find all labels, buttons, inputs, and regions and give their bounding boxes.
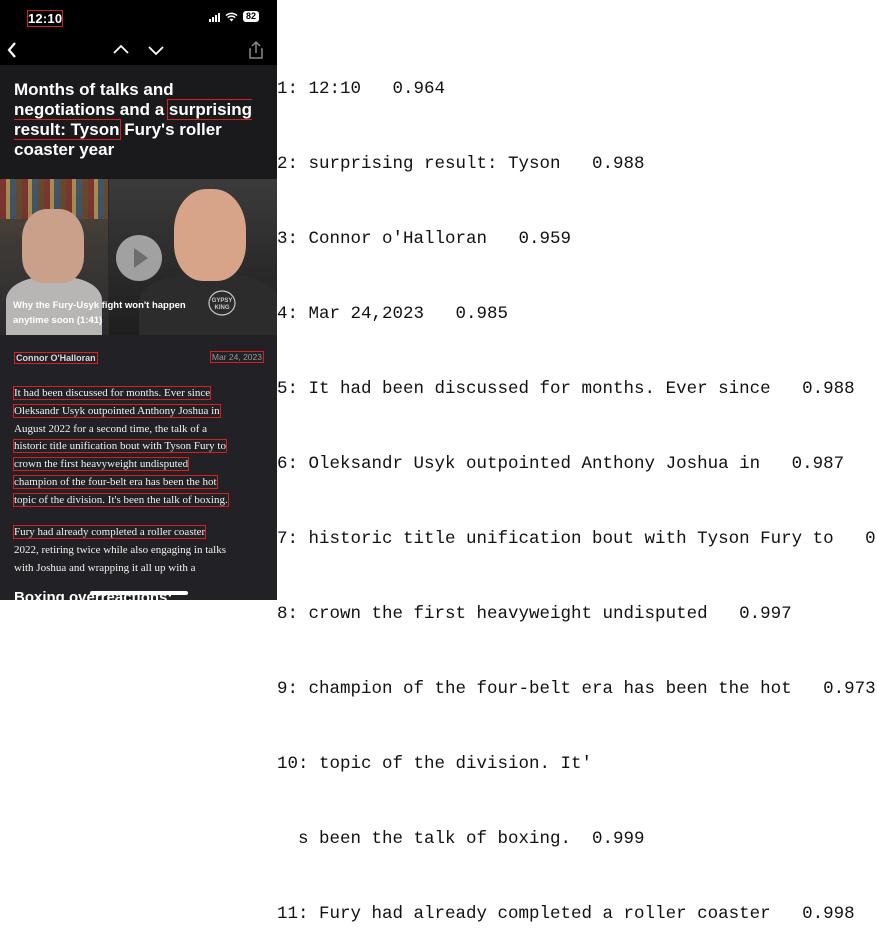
video-caption: Why the Fury-Usyk fight won't happen any… (13, 300, 186, 326)
battery-indicator: 82 (242, 11, 259, 22)
author-byline[interactable]: Connor O'Halloran (14, 352, 98, 364)
para1-line: Oleksandr Usyk outpointed Anthony Joshua… (13, 403, 221, 418)
chevron-up-icon[interactable] (112, 40, 130, 60)
presenter-face (22, 209, 84, 283)
ocr-line: 6: Oleksandr Usyk outpointed Anthony Jos… (277, 454, 845, 474)
chevron-down-icon[interactable] (147, 40, 165, 60)
para2-line: 2022, retiring twice while also engaging… (14, 543, 227, 556)
status-time: 12:10 (26, 10, 64, 27)
ocr-line: 10: topic of the division. It' (277, 754, 593, 774)
share-icon[interactable] (248, 40, 264, 60)
wifi-icon (225, 12, 238, 21)
ocr-line: 7: historic title unification bout with … (277, 529, 877, 549)
para1-line: crown the first heavyweight undisputed (12, 457, 190, 472)
para1-line: historic title unification bout with Tys… (13, 439, 227, 454)
article-nav-bar (0, 36, 277, 65)
ocr-line: 1: 12:10 0.964 (277, 79, 446, 99)
article-paragraph-1: It had been discussed for months. Ever s… (12, 385, 264, 510)
ocr-results-panel: 1: 12:10 0.964 2: surprising result: Tys… (277, 27, 877, 952)
para1-line: topic of the division. It's been the tal… (13, 492, 229, 507)
article-paragraph-2: Fury had already completed a roller coas… (12, 524, 264, 577)
ocr-line: 2: surprising result: Tyson 0.988 (277, 154, 645, 174)
ocr-line: 5: It had been discussed for months. Eve… (277, 379, 855, 399)
cellular-signal-icon (208, 12, 220, 22)
headline-area: Months of talks and negotiations and a s… (0, 65, 277, 179)
para1-line: It had been discussed for months. Ever s… (12, 386, 212, 400)
ocr-line: 4: Mar 24,2023 0.985 (277, 304, 509, 324)
play-button-icon[interactable] (116, 235, 162, 281)
phone-screenshot: 12:10 82 Months of talks and negotiation… (0, 0, 277, 600)
ocr-line: 9: champion of the four-belt era has bee… (277, 679, 876, 699)
para1-line: August 2022 for a second time, the talk … (14, 422, 208, 435)
home-indicator (90, 591, 188, 595)
publish-date: Mar 24, 2023 (209, 351, 264, 363)
ocr-line: 8: crown the first heavyweight undispute… (277, 604, 792, 624)
status-bar: 12:10 82 (0, 0, 277, 36)
status-icons: 82 (208, 11, 259, 22)
ocr-line: 3: Connor o'Halloran 0.959 (277, 229, 572, 249)
headline-text-1: Months of talks and negotiations and a (14, 80, 174, 119)
para2-line: Fury had already completed a roller coas… (12, 525, 207, 539)
para1-line: champion of the four-belt era has been t… (13, 474, 218, 489)
ocr-line: 11: Fury had already completed a roller … (277, 904, 855, 924)
para2-line: with Joshua and wrapping it all up with … (14, 561, 196, 574)
boxer-face (174, 189, 246, 281)
ocr-line: s been the talk of boxing. 0.999 (277, 829, 645, 849)
article-headline: Months of talks and negotiations and a s… (14, 80, 264, 160)
chevron-left-icon[interactable] (6, 40, 18, 60)
